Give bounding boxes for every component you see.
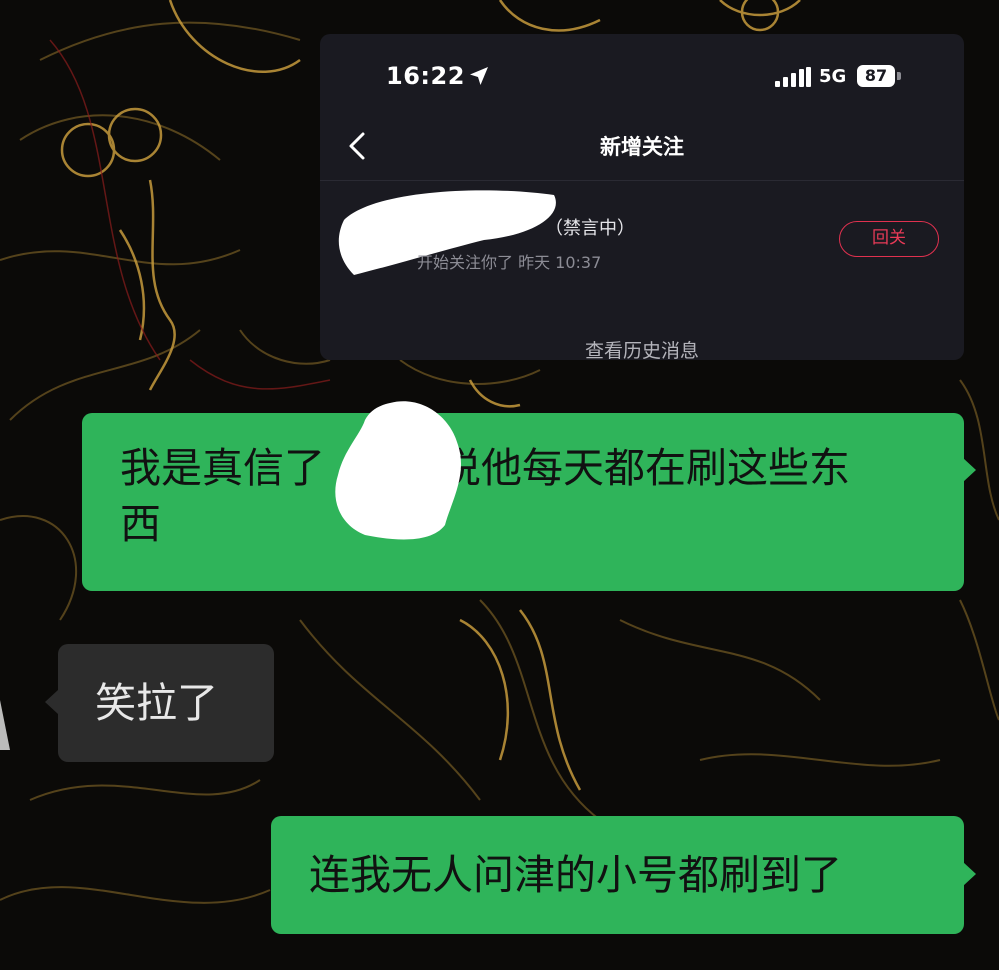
- follow-back-button[interactable]: 回关: [839, 221, 939, 257]
- chat-message-outgoing[interactable]: 我是真信了 说他每天都在刷这些东 西: [82, 413, 964, 591]
- battery-indicator: 87: [857, 65, 901, 87]
- user-status: （禁言中）: [545, 218, 635, 239]
- message-text: 笑拉了: [95, 679, 218, 727]
- embedded-screenshot: 16:22 5G 87 新增关注 （禁言中） 开始关注你了 昨天 10:37 回…: [320, 34, 964, 360]
- page-title: 新增关注: [600, 135, 684, 159]
- message-text: 连我无人问津的小号都刷到了: [309, 851, 842, 899]
- redaction-mark: [335, 401, 461, 540]
- bubble-tail: [963, 862, 976, 886]
- location-arrow-icon: [470, 67, 488, 85]
- battery-level: 87: [857, 65, 895, 87]
- message-text-part2: 说他每天都在刷这些东: [440, 444, 850, 492]
- network-type: 5G: [819, 66, 847, 87]
- bubble-tail: [45, 690, 58, 714]
- chat-message-outgoing[interactable]: 连我无人问津的小号都刷到了: [271, 816, 964, 934]
- message-text-part1: 我是真信了: [120, 444, 325, 492]
- message-text-line2: 西: [120, 500, 161, 548]
- status-time: 16:22: [386, 62, 465, 90]
- battery-tip: [897, 72, 901, 80]
- cellular-signal-icon: [775, 67, 811, 87]
- notification-text: 开始关注你了 昨天 10:37: [417, 253, 602, 272]
- bubble-tail: [963, 458, 976, 482]
- chat-message-incoming[interactable]: 笑拉了: [58, 644, 274, 762]
- view-history-link[interactable]: 查看历史消息: [320, 336, 964, 360]
- avatar[interactable]: [0, 640, 10, 770]
